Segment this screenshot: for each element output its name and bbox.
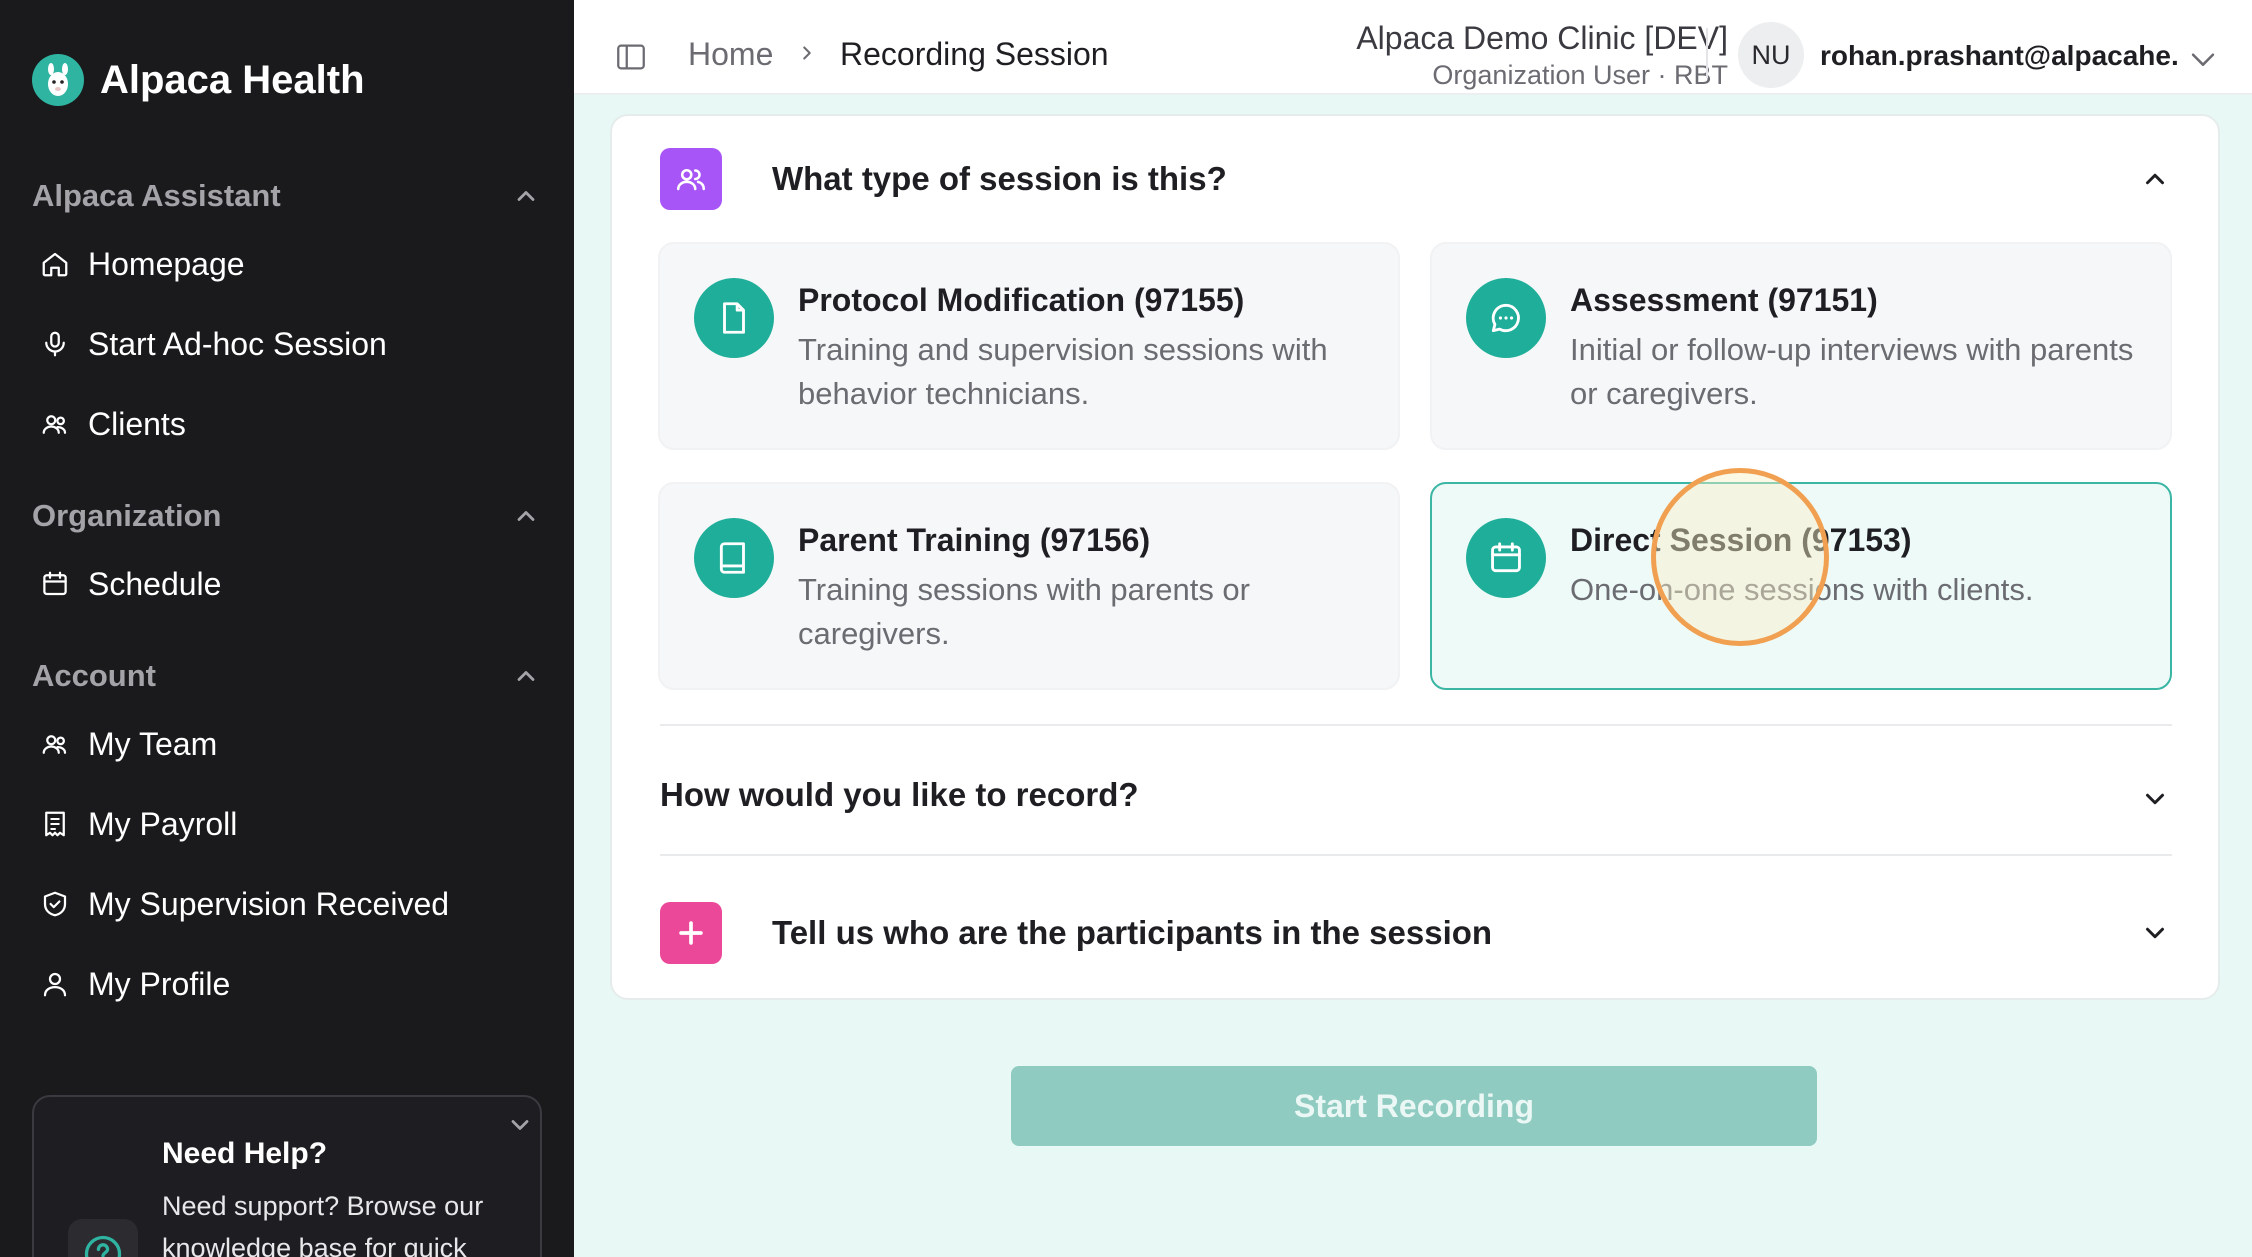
help-title: Need Help? bbox=[162, 1137, 328, 1170]
chevron-up-icon[interactable] bbox=[2140, 164, 2170, 194]
user-icon bbox=[40, 969, 70, 999]
option-description: Training sessions with parents or caregi… bbox=[798, 572, 1250, 651]
section-title-organization: Organization bbox=[32, 498, 222, 533]
top-header: Home Recording Session Alpaca Demo Clini… bbox=[574, 0, 2252, 95]
calendar-icon bbox=[40, 569, 70, 599]
start-recording-button[interactable]: Start Recording bbox=[1011, 1066, 1817, 1146]
sidebar-item-my-team[interactable]: My Team bbox=[40, 720, 217, 768]
record-method-header[interactable]: How would you like to record? bbox=[660, 776, 1139, 814]
shield-icon bbox=[40, 889, 70, 919]
breadcrumb-home[interactable]: Home bbox=[688, 36, 773, 73]
avatar[interactable]: NU bbox=[1738, 22, 1804, 88]
session-option-parent-training[interactable]: Parent Training (97156) Training session… bbox=[658, 482, 1400, 690]
chevron-down-icon[interactable] bbox=[2140, 918, 2170, 948]
section-divider bbox=[660, 854, 2172, 856]
option-description: Training and supervision sessions with b… bbox=[798, 332, 1328, 411]
chevron-down-icon[interactable] bbox=[2186, 42, 2220, 76]
help-circle-icon bbox=[68, 1219, 138, 1257]
organization-role: Organization User · RBT bbox=[1432, 60, 1728, 90]
session-option-direct-session[interactable]: Direct Session (97153) One-on-one sessio… bbox=[1430, 482, 2172, 690]
session-type-header[interactable]: What type of session is this? bbox=[660, 148, 1227, 210]
alpaca-logo-icon bbox=[32, 54, 84, 106]
microphone-icon bbox=[40, 329, 70, 359]
receipt-icon bbox=[40, 809, 70, 839]
sidebar-item-label: My Payroll bbox=[88, 805, 238, 842]
help-body: Need support? Browse our knowledge base … bbox=[162, 1191, 484, 1257]
calendar-icon bbox=[1466, 518, 1546, 598]
session-type-question: What type of session is this? bbox=[772, 160, 1227, 197]
sidebar-item-my-profile[interactable]: My Profile bbox=[40, 960, 230, 1008]
session-setup-panel: What type of session is this? Protocol M… bbox=[610, 114, 2220, 1000]
session-option-protocol-modification[interactable]: Protocol Modification (97155) Training a… bbox=[658, 242, 1400, 450]
sidebar-item-homepage[interactable]: Homepage bbox=[40, 240, 245, 288]
users-icon bbox=[40, 409, 70, 439]
brand[interactable]: Alpaca Health bbox=[32, 54, 365, 106]
chat-bubble-icon bbox=[1466, 278, 1546, 358]
sidebar-item-label: My Supervision Received bbox=[88, 885, 450, 922]
document-icon bbox=[694, 278, 774, 358]
organization-name: Alpaca Demo Clinic [DEV] bbox=[1356, 20, 1728, 56]
chevron-down-icon[interactable] bbox=[2140, 784, 2170, 814]
sidebar-item-start-adhoc-session[interactable]: Start Ad-hoc Session bbox=[40, 320, 387, 368]
option-title: Parent Training (97156) bbox=[798, 522, 1151, 558]
chevron-up-icon[interactable] bbox=[512, 182, 540, 210]
section-divider bbox=[660, 724, 2172, 726]
option-title: Direct Session (97153) bbox=[1570, 522, 1912, 558]
option-description: One-on-one sessions with clients. bbox=[1570, 572, 2034, 607]
section-title-alpaca-assistant: Alpaca Assistant bbox=[32, 178, 281, 213]
sidebar-item-label: Homepage bbox=[88, 245, 245, 282]
sidebar-item-my-payroll[interactable]: My Payroll bbox=[40, 800, 237, 848]
sidebar-item-schedule[interactable]: Schedule bbox=[40, 560, 221, 608]
section-title-account: Account bbox=[32, 658, 156, 693]
users-icon bbox=[40, 729, 70, 759]
sidebar-item-label: My Team bbox=[88, 725, 218, 762]
user-email[interactable]: rohan.prashant@alpacahe... bbox=[1820, 40, 2180, 72]
breadcrumb-current: Recording Session bbox=[840, 36, 1109, 72]
chevron-up-icon[interactable] bbox=[512, 502, 540, 530]
session-option-assessment[interactable]: Assessment (97151) Initial or follow-up … bbox=[1430, 242, 2172, 450]
book-icon bbox=[694, 518, 774, 598]
record-method-question: How would you like to record? bbox=[660, 776, 1139, 813]
users-icon bbox=[660, 148, 722, 210]
chevron-up-icon[interactable] bbox=[512, 662, 540, 690]
home-icon bbox=[40, 249, 70, 279]
brand-name: Alpaca Health bbox=[100, 57, 365, 102]
participants-header[interactable]: Tell us who are the participants in the … bbox=[660, 902, 1492, 964]
sidebar-item-clients[interactable]: Clients bbox=[40, 400, 186, 448]
chevron-right-icon bbox=[803, 46, 811, 60]
participants-question: Tell us who are the participants in the … bbox=[772, 914, 1493, 951]
sidebar-toggle-icon[interactable] bbox=[614, 40, 648, 74]
chevron-down-icon[interactable] bbox=[506, 1111, 534, 1139]
help-card: Need Help? Need support? Browse our know… bbox=[32, 1095, 542, 1257]
sidebar-item-label: Schedule bbox=[88, 565, 222, 602]
sidebar-item-label: My Profile bbox=[88, 965, 231, 1002]
plus-icon bbox=[660, 902, 722, 964]
option-title: Assessment (97151) bbox=[1570, 282, 1878, 318]
sidebar-item-my-supervision-received[interactable]: My Supervision Received bbox=[40, 880, 449, 928]
option-title: Protocol Modification (97155) bbox=[798, 282, 1245, 318]
sidebar-item-label: Start Ad-hoc Session bbox=[88, 325, 387, 362]
header-divider bbox=[1706, 28, 1708, 78]
sidebar: Alpaca Health Alpaca Assistant Homepage … bbox=[0, 0, 574, 1257]
option-description: Initial or follow-up interviews with par… bbox=[1570, 332, 2134, 411]
sidebar-item-label: Clients bbox=[88, 405, 186, 442]
